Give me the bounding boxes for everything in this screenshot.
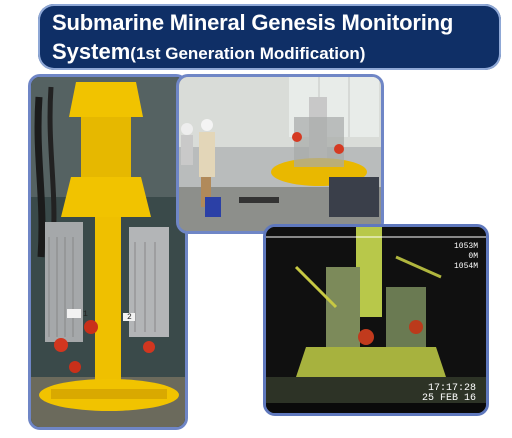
instrument-illustration <box>31 77 185 427</box>
photo-instrument-workshop: 1 2 <box>28 74 188 430</box>
depth-readout-2: 0M <box>468 252 478 261</box>
page-title-line1: Submarine Mineral Genesis Monitoring <box>52 10 454 35</box>
canister-label-2: 2 <box>127 313 132 322</box>
page-title-line2: System(1st Generation Modification) <box>52 39 365 65</box>
title-banner: Submarine Mineral Genesis Monitoring Sys… <box>38 4 501 70</box>
depth-readout-1: 1053M <box>453 242 478 251</box>
page-title-system: System <box>52 39 131 64</box>
lab-illustration <box>179 77 381 231</box>
canister-label-1: 1 <box>83 310 88 319</box>
photo-seafloor-deployment: 1053M 0M 1054M 17:17:28 25 FEB 16 <box>263 224 489 416</box>
page-title-subtitle: (1st Generation Modification) <box>130 44 366 63</box>
timestamp-date: 25 FEB 16 <box>421 393 476 404</box>
timestamp-time: 17:17:28 <box>427 383 476 394</box>
photo-assembly-lab <box>176 74 384 234</box>
depth-readout-3: 1054M <box>453 262 478 271</box>
